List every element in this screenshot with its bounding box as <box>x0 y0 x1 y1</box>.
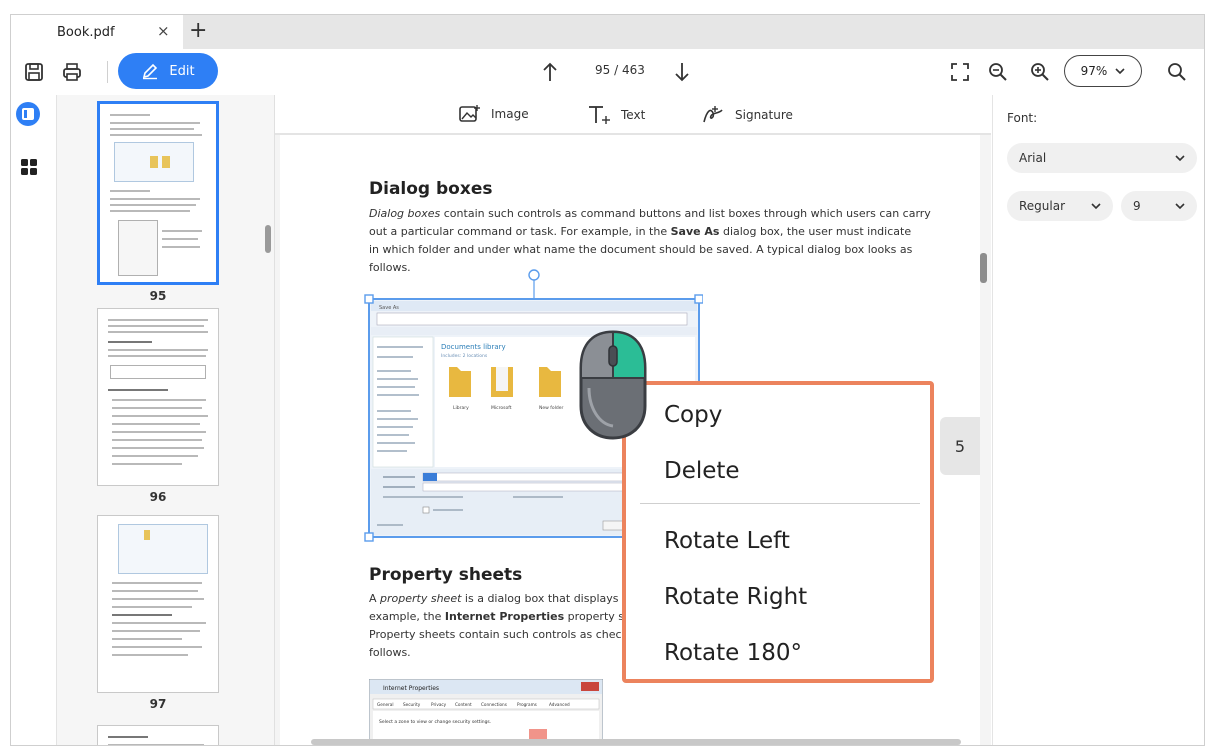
pencil-icon <box>143 63 158 80</box>
svg-text:Advanced: Advanced <box>549 702 570 707</box>
thumbnail-page-96[interactable] <box>97 308 219 486</box>
page-number-tab[interactable]: 5 <box>940 417 980 475</box>
svg-text:Includes: 2 locations: Includes: 2 locations <box>441 353 488 359</box>
svg-text:Library: Library <box>453 405 469 411</box>
page-number: 5 <box>954 436 966 456</box>
svg-text:Security: Security <box>403 702 421 707</box>
thumbnails-scrollbar[interactable] <box>265 225 271 253</box>
thumbnail-label: 96 <box>149 490 167 504</box>
svg-text:Save As: Save As <box>379 305 399 311</box>
context-menu: Copy Delete Rotate Left Rotate Right Rot… <box>622 381 934 683</box>
edit-button[interactable]: Edit <box>118 53 218 89</box>
arrow-up-icon[interactable] <box>539 61 561 83</box>
svg-text:General: General <box>377 702 394 707</box>
zoom-value: 97% <box>1080 64 1108 78</box>
chevron-down-icon <box>1115 68 1125 75</box>
menu-item-rotate-left[interactable]: Rotate Left <box>664 528 790 554</box>
thumbnail-page-97[interactable] <box>97 515 219 693</box>
right-click-mouse-icon <box>579 330 647 440</box>
font-label: Font: <box>1007 111 1038 125</box>
text-label: Text <box>621 108 646 122</box>
menu-item-rotate-right[interactable]: Rotate Right <box>664 584 807 610</box>
svg-text:Content: Content <box>455 702 472 707</box>
insert-image-button[interactable]: Image <box>459 104 529 124</box>
font-family-value: Arial <box>1019 151 1047 165</box>
svg-text:Microsoft: Microsoft <box>491 405 512 411</box>
internet-properties-image: Internet Properties General Security Pri… <box>369 679 603 745</box>
insert-signature-button[interactable]: Signature <box>701 104 793 126</box>
svg-text:Documents library: Documents library <box>441 343 506 351</box>
new-tab-icon[interactable]: + <box>189 18 207 43</box>
heading-dialog-boxes: Dialog boxes <box>369 179 493 199</box>
grid-view-icon[interactable] <box>19 157 39 177</box>
svg-text:Privacy: Privacy <box>431 702 447 707</box>
menu-item-copy[interactable]: Copy <box>664 402 722 428</box>
properties-panel: Font: Arial Regular 9 <box>992 95 1204 745</box>
svg-text:Programs: Programs <box>517 702 537 707</box>
svg-text:New folder: New folder <box>539 405 563 411</box>
svg-text:Connections: Connections <box>481 702 507 707</box>
document-vertical-scrollbar[interactable] <box>980 253 987 283</box>
arrow-down-icon[interactable] <box>671 61 693 83</box>
zoom-select[interactable]: 97% <box>1064 55 1142 87</box>
insert-toolbar: Image Text Signature <box>275 95 991 135</box>
image-icon <box>459 105 480 122</box>
page-indicator[interactable]: 95 / 463 <box>595 63 645 77</box>
font-family-select[interactable]: Arial <box>1007 143 1197 173</box>
signature-label: Signature <box>735 108 793 122</box>
pdf-editor-window: Book.pdf × + Edit 95 / 463 97% 95 96 97 … <box>10 14 1205 746</box>
thumbnail-page-95[interactable] <box>97 101 219 285</box>
chevron-down-icon <box>1091 203 1101 210</box>
heading-property-sheets: Property sheets <box>369 565 523 585</box>
thumbnails-panel-icon[interactable] <box>15 101 41 127</box>
tab-close-icon[interactable]: × <box>157 22 170 40</box>
insert-text-button[interactable]: Text <box>587 104 645 126</box>
menu-divider <box>640 503 920 504</box>
font-style-value: Regular <box>1019 199 1066 213</box>
document-horizontal-scrollbar[interactable] <box>311 739 961 745</box>
menu-item-delete[interactable]: Delete <box>664 458 740 484</box>
chevron-down-icon <box>1175 203 1185 210</box>
thumbnails-panel: 95 96 97 <box>57 95 275 745</box>
zoom-in-icon[interactable] <box>1029 61 1051 83</box>
svg-text:Select a zone to view or chang: Select a zone to view or change security… <box>379 719 491 725</box>
font-size-value: 9 <box>1133 199 1141 213</box>
thumbnail-label: 95 <box>149 289 167 303</box>
thumbnail-label: 97 <box>149 697 167 711</box>
tab-title: Book.pdf <box>57 24 115 40</box>
menu-item-rotate-180[interactable]: Rotate 180° <box>664 640 802 666</box>
tab-strip: Book.pdf × + <box>11 15 1204 49</box>
text-icon <box>589 106 610 124</box>
fit-page-icon[interactable] <box>949 61 971 83</box>
svg-text:Internet Properties: Internet Properties <box>383 685 439 692</box>
print-icon[interactable] <box>61 61 83 83</box>
thumbnail-page-98[interactable] <box>97 725 219 745</box>
chevron-down-icon <box>1175 155 1185 162</box>
edit-label: Edit <box>169 63 195 79</box>
left-rail <box>11 95 57 745</box>
search-icon[interactable] <box>1166 61 1188 83</box>
image-label: Image <box>491 107 529 121</box>
toolbar-divider <box>107 61 108 83</box>
signature-icon <box>703 106 723 123</box>
font-style-select[interactable]: Regular <box>1007 191 1113 221</box>
zoom-out-icon[interactable] <box>987 61 1009 83</box>
save-icon[interactable] <box>23 61 45 83</box>
main-toolbar: Edit 95 / 463 97% <box>11 49 1204 95</box>
font-size-select[interactable]: 9 <box>1121 191 1197 221</box>
